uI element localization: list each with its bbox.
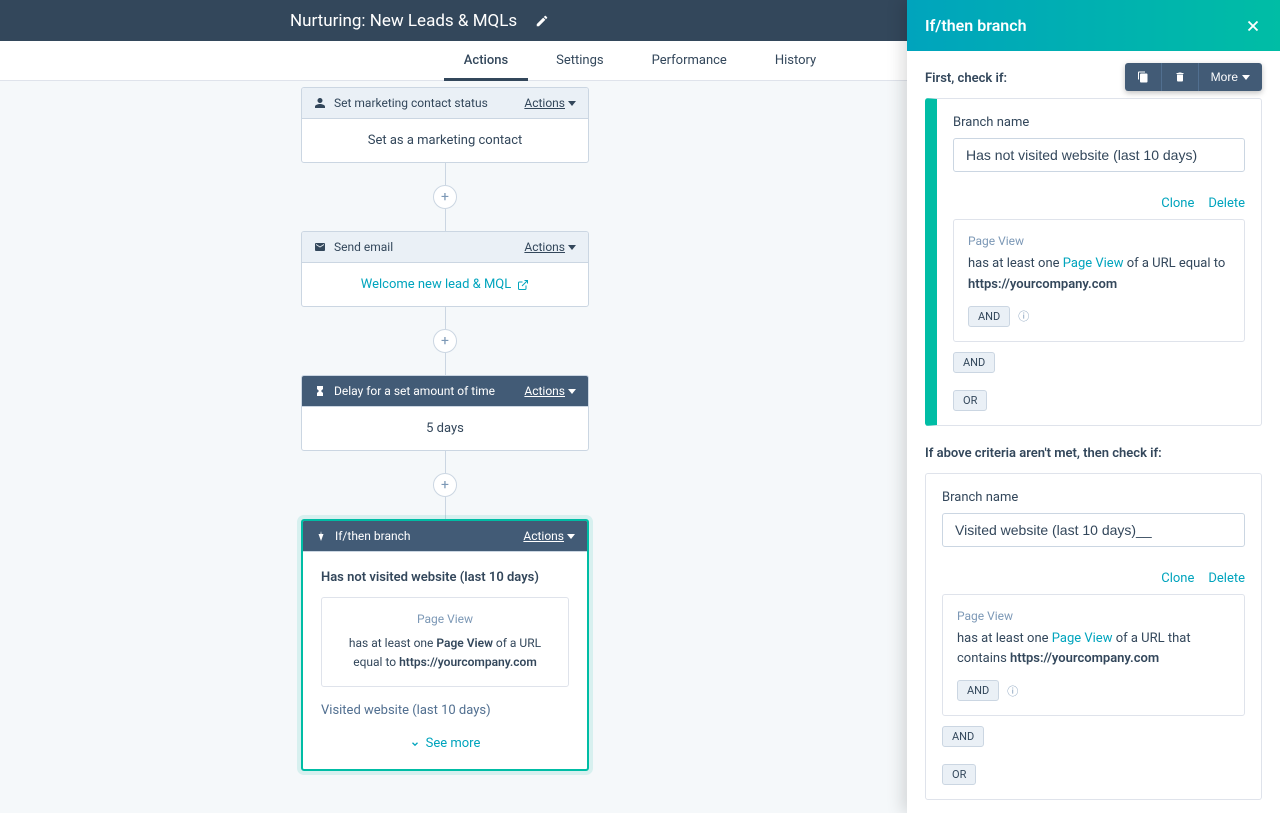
chevron-down-icon [410,739,420,749]
branch-card-2: Branch name Clone Delete Page View has a… [925,473,1262,801]
filter-box[interactable]: Page View has at least one Page View of … [953,219,1245,342]
tab-actions[interactable]: Actions [464,41,508,81]
branch-name-label: Branch name [942,490,1245,505]
edit-title-icon[interactable] [535,14,549,28]
email-icon [314,241,326,253]
info-icon[interactable]: ⓘ [1007,683,1018,699]
branch-name-label: Branch name [953,115,1245,130]
node-header-label: Delay for a set amount of time [334,384,524,398]
node-body: Set as a marketing contact [302,119,588,162]
node-actions-menu[interactable]: Actions [524,96,576,110]
chevron-down-icon [567,534,575,539]
filter-text: has at least one Page View of a URL that… [957,629,1230,671]
filter-box[interactable]: Page View has at least one Page View of … [942,594,1245,717]
workflow-title: Nurturing: New Leads & MQLs [290,11,517,31]
tab-performance[interactable]: Performance [652,41,727,81]
node-body: Welcome new lead & MQL [302,263,588,306]
chevron-down-icon [568,101,576,106]
connector-line [445,209,446,231]
delete-button-icon[interactable] [1162,63,1199,91]
clone-link[interactable]: Clone [1161,571,1194,586]
delete-link[interactable]: Delete [1208,571,1245,586]
node-header-label: Set marketing contact status [334,96,524,110]
close-icon [1244,17,1262,35]
connector-line [445,163,446,185]
copy-icon [1137,71,1149,83]
or-operator-button[interactable]: OR [953,390,987,411]
chevron-down-icon [1242,75,1250,80]
close-panel-button[interactable] [1244,17,1262,35]
node-header-label: If/then branch [335,529,523,543]
connector-line [445,307,446,329]
and-operator-button[interactable]: AND [968,306,1010,327]
branch-card-1: Branch name Clone Delete Page View has a… [925,98,1262,426]
filter-category: Page View [957,609,1230,623]
clone-link[interactable]: Clone [1161,196,1194,211]
tab-history[interactable]: History [775,41,816,81]
and-operator-button[interactable]: AND [957,680,999,701]
and-operator-button[interactable]: AND [942,726,984,747]
criteria-box: Page View has at least one Page View of … [321,597,569,687]
branch-1-name-input[interactable] [953,138,1245,172]
delete-link[interactable]: Delete [1208,196,1245,211]
node-body: 5 days [302,407,588,450]
filter-category: Page View [968,234,1230,248]
trash-icon [1174,71,1186,83]
panel-body: More First, check if: Branch name Clone … [907,51,1280,813]
filter-text: has at least one Page View of a URL equa… [968,254,1230,296]
and-operator-button[interactable]: AND [953,352,995,373]
chevron-down-icon [568,245,576,250]
clone-button-icon[interactable] [1125,63,1162,91]
panel-title: If/then branch [925,16,1027,35]
connector-line [445,451,446,473]
side-panel: If/then branch More First, check if: Bra… [907,0,1280,813]
node-delay[interactable]: Delay for a set amount of time Actions 5… [301,375,589,451]
external-link-icon [517,279,529,291]
or-operator-button[interactable]: OR [942,764,976,785]
user-icon [314,97,326,109]
connector-line [445,353,446,375]
info-icon[interactable]: ⓘ [1018,308,1029,324]
node-send-email[interactable]: Send email Actions Welcome new lead & MQ… [301,231,589,307]
node-actions-menu[interactable]: Actions [523,529,575,543]
branch-icon [315,530,327,542]
panel-header: If/then branch [907,0,1280,51]
node-actions-menu[interactable]: Actions [524,240,576,254]
hourglass-icon [314,385,326,397]
branch-1-title: Has not visited website (last 10 days) [321,570,569,585]
node-if-then-branch[interactable]: If/then branch Actions Has not visited w… [301,519,589,771]
chevron-down-icon [568,389,576,394]
see-more-button[interactable]: See more [410,736,481,751]
node-actions-menu[interactable]: Actions [524,384,576,398]
connector-line [445,497,446,519]
branch-2-title: Visited website (last 10 days) [321,703,569,718]
next-check-label: If above criteria aren't met, then check… [925,446,1262,461]
branch-toolbar: More [1125,63,1262,91]
criteria-text: has at least one Page View of a URL equa… [334,634,556,672]
add-action-button[interactable]: + [433,329,457,353]
add-action-button[interactable]: + [433,185,457,209]
branch-2-name-input[interactable] [942,513,1245,547]
node-header-label: Send email [334,240,524,254]
add-action-button[interactable]: + [433,473,457,497]
tab-settings[interactable]: Settings [556,41,603,81]
email-link[interactable]: Welcome new lead & MQL [361,277,529,292]
more-button[interactable]: More [1199,63,1262,91]
criteria-head: Page View [334,612,556,626]
node-set-marketing-status[interactable]: Set marketing contact status Actions Set… [301,87,589,163]
branch-body: Has not visited website (last 10 days) P… [303,552,587,769]
